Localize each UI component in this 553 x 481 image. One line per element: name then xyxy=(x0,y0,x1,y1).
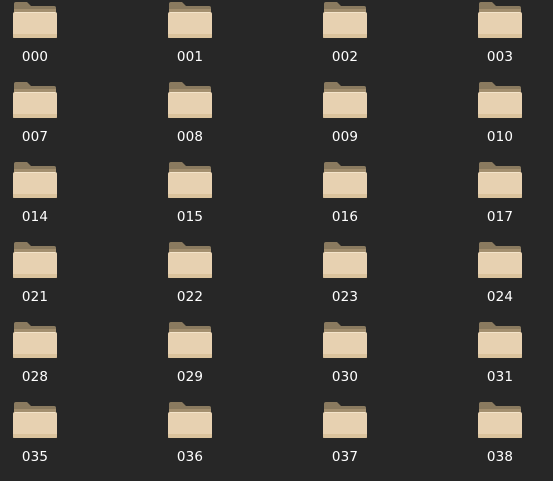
folder-icon xyxy=(322,241,368,279)
folder-name-label: 009 xyxy=(331,129,359,145)
folder-name-label: 015 xyxy=(176,209,204,225)
folder-name-label: 038 xyxy=(486,449,514,465)
folder-item[interactable]: 003 xyxy=(450,1,550,81)
folder-name-label: 016 xyxy=(331,209,359,225)
folder-name-label: 003 xyxy=(486,49,514,65)
folder-name-label: 000 xyxy=(21,49,49,65)
folder-icon xyxy=(167,321,213,359)
folder-item[interactable]: 001 xyxy=(140,1,240,81)
folder-item[interactable]: 017 xyxy=(450,161,550,241)
folder-item[interactable]: 014 xyxy=(0,161,85,241)
folder-item[interactable]: 015 xyxy=(140,161,240,241)
folder-name-label: 014 xyxy=(21,209,49,225)
folder-icon xyxy=(12,321,58,359)
folder-name-label: 010 xyxy=(486,129,514,145)
folder-icon xyxy=(322,401,368,439)
folder-name-label: 002 xyxy=(331,49,359,65)
folder-item[interactable]: 023 xyxy=(295,241,395,321)
folder-icon xyxy=(12,241,58,279)
folder-name-label: 007 xyxy=(21,129,49,145)
folder-name-label: 030 xyxy=(331,369,359,385)
folder-item[interactable]: 024 xyxy=(450,241,550,321)
folder-name-label: 031 xyxy=(486,369,514,385)
folder-name-label: 037 xyxy=(331,449,359,465)
folder-item[interactable]: 021 xyxy=(0,241,85,321)
folder-icon xyxy=(167,81,213,119)
folder-icon xyxy=(167,401,213,439)
folder-item[interactable]: 031 xyxy=(450,321,550,401)
folder-icon xyxy=(322,81,368,119)
folder-icon xyxy=(12,81,58,119)
folder-icon xyxy=(12,401,58,439)
folder-item[interactable]: 022 xyxy=(140,241,240,321)
folder-name-label: 023 xyxy=(331,289,359,305)
folder-icon xyxy=(167,1,213,39)
folder-name-label: 008 xyxy=(176,129,204,145)
folder-item[interactable]: 016 xyxy=(295,161,395,241)
folder-item[interactable]: 000 xyxy=(0,1,85,81)
folder-icon xyxy=(167,161,213,199)
folder-name-label: 028 xyxy=(21,369,49,385)
folder-item[interactable]: 002 xyxy=(295,1,395,81)
folder-icon xyxy=(477,241,523,279)
folder-name-label: 017 xyxy=(486,209,514,225)
folder-name-label: 036 xyxy=(176,449,204,465)
folder-item[interactable]: 030 xyxy=(295,321,395,401)
folder-name-label: 021 xyxy=(21,289,49,305)
folder-icon xyxy=(477,161,523,199)
folder-icon xyxy=(322,161,368,199)
file-icon-grid: 000 001 002 003 007 008 009 010 014 015 016 017 021 0… xyxy=(0,0,553,473)
folder-name-label: 029 xyxy=(176,369,204,385)
folder-item[interactable]: 007 xyxy=(0,81,85,161)
folder-icon xyxy=(477,1,523,39)
folder-item[interactable]: 028 xyxy=(0,321,85,401)
folder-icon xyxy=(477,321,523,359)
folder-icon xyxy=(12,1,58,39)
folder-item[interactable]: 035 xyxy=(0,401,85,481)
folder-item[interactable]: 038 xyxy=(450,401,550,481)
folder-icon xyxy=(12,161,58,199)
folder-name-label: 001 xyxy=(176,49,204,65)
folder-item[interactable]: 036 xyxy=(140,401,240,481)
folder-icon xyxy=(477,401,523,439)
folder-name-label: 022 xyxy=(176,289,204,305)
folder-item[interactable]: 008 xyxy=(140,81,240,161)
folder-icon xyxy=(322,1,368,39)
folder-name-label: 035 xyxy=(21,449,49,465)
folder-item[interactable]: 009 xyxy=(295,81,395,161)
folder-icon xyxy=(167,241,213,279)
folder-item[interactable]: 037 xyxy=(295,401,395,481)
folder-icon xyxy=(477,81,523,119)
folder-name-label: 024 xyxy=(486,289,514,305)
folder-item[interactable]: 010 xyxy=(450,81,550,161)
folder-item[interactable]: 029 xyxy=(140,321,240,401)
folder-icon xyxy=(322,321,368,359)
